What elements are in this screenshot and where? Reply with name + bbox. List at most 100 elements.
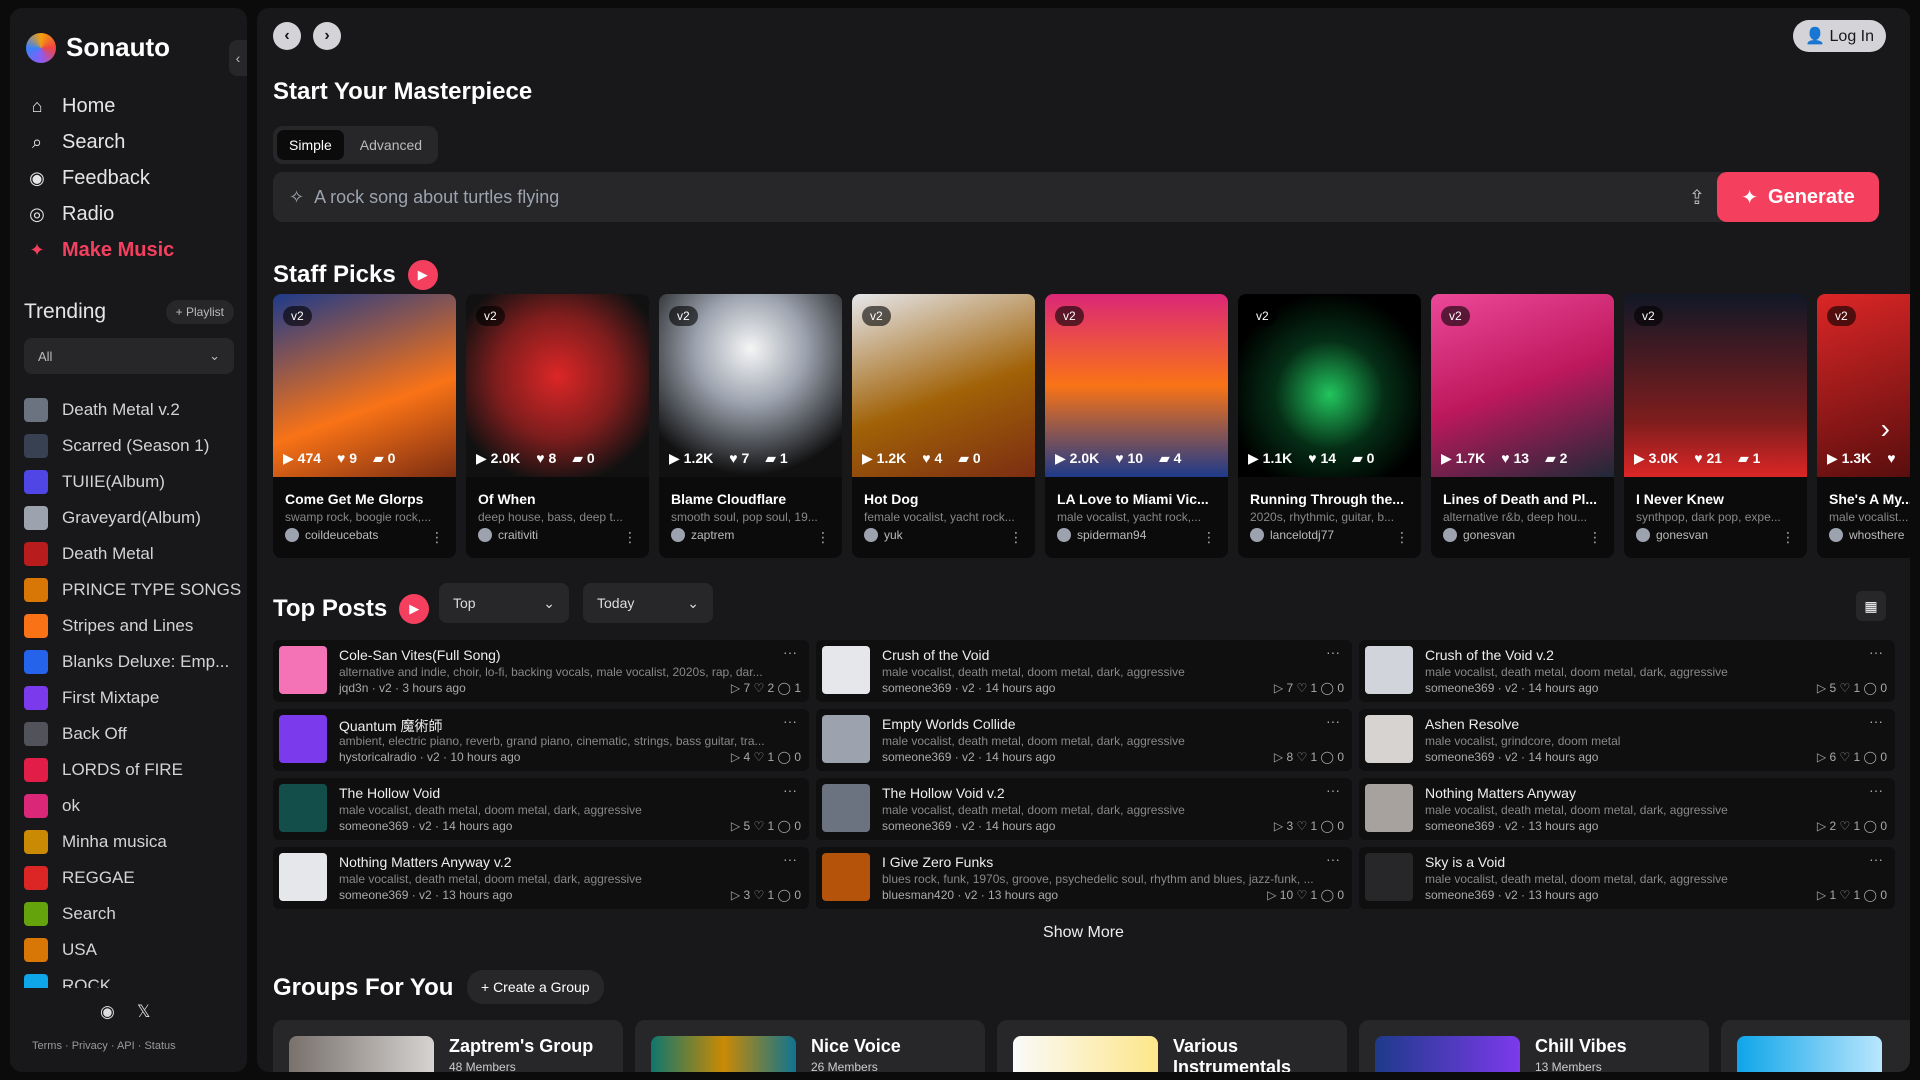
time-range-select[interactable]: Today ⌄ xyxy=(583,583,713,623)
group-card[interactable]: Zaptrem's Group 48 Members xyxy=(273,1020,623,1072)
playlist-item[interactable]: USA xyxy=(24,932,244,968)
staff-pick-card[interactable]: v2 ▶ 2.0K ♥ 8 ▰ 0 Of When deep house, bass, d… xyxy=(466,294,649,558)
more-options-icon[interactable]: ··· xyxy=(1869,644,1883,660)
tab-simple[interactable]: Simple xyxy=(277,130,344,160)
more-options-icon[interactable]: ⋮ xyxy=(1395,529,1409,546)
create-group-button[interactable]: + Create a Group xyxy=(467,970,604,1004)
post-title[interactable]: Quantum 魔術師 xyxy=(339,716,442,736)
nav-item-make-music[interactable]: ✦ Make Music xyxy=(24,232,234,268)
upload-icon[interactable]: ⇪ xyxy=(1677,185,1717,210)
more-options-icon[interactable]: ⋮ xyxy=(623,529,637,546)
play-top-posts-button[interactable]: ▶ xyxy=(399,594,430,624)
more-options-icon[interactable]: ⋮ xyxy=(1588,529,1602,546)
more-options-icon[interactable]: ··· xyxy=(1869,713,1883,729)
group-card[interactable]: Chill Vibes 13 Members xyxy=(1359,1020,1709,1072)
song-author[interactable]: zaptrem xyxy=(659,524,842,542)
logo[interactable]: Sonauto xyxy=(26,32,170,63)
post-row[interactable]: The Hollow Void male vocalist, death meta… xyxy=(273,778,809,840)
nav-item-radio[interactable]: ◎ Radio xyxy=(24,196,234,232)
playlist-item[interactable]: REGGAE xyxy=(24,860,244,896)
more-options-icon[interactable]: ··· xyxy=(783,782,797,798)
staff-pick-card[interactable]: v2 ▶ 1.1K ♥ 14 ▰ 0 Running Through the... 202… xyxy=(1238,294,1421,558)
forward-button[interactable]: › xyxy=(313,22,341,50)
staff-pick-card[interactable]: v2▶ 1.3K♥ ▰ She's A My...male vocalist..… xyxy=(1817,294,1910,558)
show-more-button[interactable]: Show More xyxy=(257,924,1910,942)
playlist-item[interactable]: PRINCE TYPE SONGS xyxy=(24,572,244,608)
carousel-next-icon[interactable]: › xyxy=(1881,413,1890,445)
playlist-item[interactable]: ok xyxy=(24,788,244,824)
post-title[interactable]: Crush of the Void xyxy=(882,647,989,663)
playlist-item[interactable]: ROCK xyxy=(24,968,244,988)
song-title[interactable]: Lines of Death and Pl... xyxy=(1431,477,1614,507)
post-title[interactable]: Sky is a Void xyxy=(1425,854,1505,870)
nav-item-home[interactable]: ⌂ Home xyxy=(24,88,234,124)
song-author[interactable]: whosthere xyxy=(1817,524,1910,542)
more-options-icon[interactable]: ⋮ xyxy=(1202,529,1216,546)
post-row[interactable]: Nothing Matters Anyway v.2 male vocalist,… xyxy=(273,847,809,909)
more-options-icon[interactable]: ⋮ xyxy=(1009,529,1023,546)
staff-pick-card[interactable]: v2 ▶ 1.2K ♥ 4 ▰ 0 Hot Dog female vocalist, ya… xyxy=(852,294,1035,558)
playlist-item[interactable]: Scarred (Season 1) xyxy=(24,428,244,464)
collapse-sidebar-button[interactable]: ‹ xyxy=(229,40,247,76)
staff-pick-card[interactable]: v2 ▶ 1.2K ♥ 7 ▰ 1 Blame Cloudflare smooth sou… xyxy=(659,294,842,558)
post-title[interactable]: Nothing Matters Anyway v.2 xyxy=(339,854,511,870)
more-options-icon[interactable]: ⋮ xyxy=(430,529,444,546)
more-options-icon[interactable]: ··· xyxy=(1326,851,1340,867)
song-title[interactable]: She's A My... xyxy=(1817,477,1910,507)
playlist-item[interactable]: Graveyard(Album) xyxy=(24,500,244,536)
song-title[interactable]: Blame Cloudflare xyxy=(659,477,842,507)
song-author[interactable]: gonesvan xyxy=(1624,524,1807,542)
playlist-item[interactable]: Back Off xyxy=(24,716,244,752)
nav-item-feedback[interactable]: ◉ Feedback xyxy=(24,160,234,196)
more-options-icon[interactable]: ··· xyxy=(1326,782,1340,798)
song-title[interactable]: Of When xyxy=(466,477,649,507)
more-options-icon[interactable]: ··· xyxy=(1869,782,1883,798)
generate-button[interactable]: ✦ Generate xyxy=(1717,172,1879,222)
prompt-input[interactable]: ✧ A rock song about turtles flying xyxy=(273,187,1677,208)
more-options-icon[interactable]: ⋮ xyxy=(1781,529,1795,546)
post-row[interactable]: Crush of the Void v.2 male vocalist, deat… xyxy=(1359,640,1895,702)
post-row[interactable]: Empty Worlds Collide male vocalist, death… xyxy=(816,709,1352,771)
post-title[interactable]: I Give Zero Funks xyxy=(882,854,993,870)
post-title[interactable]: Empty Worlds Collide xyxy=(882,716,1016,732)
playlist-item[interactable]: Death Metal xyxy=(24,536,244,572)
grid-view-icon[interactable]: ▦ xyxy=(1856,591,1886,621)
group-card[interactable] xyxy=(1721,1020,1910,1072)
back-button[interactable]: ‹ xyxy=(273,22,301,50)
x-icon[interactable]: 𝕏 xyxy=(137,1002,151,1022)
more-options-icon[interactable]: ··· xyxy=(1326,713,1340,729)
song-title[interactable]: Running Through the... xyxy=(1238,477,1421,507)
song-author[interactable]: craitiviti xyxy=(466,524,649,542)
post-title[interactable]: Cole-San Vites(Full Song) xyxy=(339,647,501,663)
post-title[interactable]: The Hollow Void v.2 xyxy=(882,785,1005,801)
staff-pick-card[interactable]: v2 ▶ 1.7K ♥ 13 ▰ 2 Lines of Death and Pl... a… xyxy=(1431,294,1614,558)
more-options-icon[interactable]: ··· xyxy=(783,644,797,660)
group-card[interactable]: Nice Voice 26 Members xyxy=(635,1020,985,1072)
playlist-item[interactable]: LORDS of FIRE xyxy=(24,752,244,788)
song-title[interactable]: I Never Knew xyxy=(1624,477,1807,507)
playlist-item[interactable]: Search xyxy=(24,896,244,932)
footer-links[interactable]: Terms · Privacy · API · Status xyxy=(32,1040,176,1052)
post-row[interactable]: Nothing Matters Anyway male vocalist, dea… xyxy=(1359,778,1895,840)
song-author[interactable]: coildeucebats xyxy=(273,524,456,542)
post-row[interactable]: Quantum 魔術師 ambient, electric piano, reve… xyxy=(273,709,809,771)
song-author[interactable]: lancelotdj77 xyxy=(1238,524,1421,542)
song-author[interactable]: yuk xyxy=(852,524,1035,542)
more-options-icon[interactable]: ··· xyxy=(783,851,797,867)
playlist-item[interactable]: Stripes and Lines xyxy=(24,608,244,644)
playlist-item[interactable]: Blanks Deluxe: Emp... xyxy=(24,644,244,680)
sort-select[interactable]: Top ⌄ xyxy=(439,583,569,623)
post-row[interactable]: Sky is a Void male vocalist, death metal,… xyxy=(1359,847,1895,909)
playlist-item[interactable]: Minha musica xyxy=(24,824,244,860)
staff-pick-card[interactable]: v2 ▶ 3.0K ♥ 21 ▰ 1 I Never Knew synthpop, dar… xyxy=(1624,294,1807,558)
playlist-item[interactable]: Death Metal v.2 xyxy=(24,392,244,428)
group-card[interactable]: Various Instrumentals xyxy=(997,1020,1347,1072)
add-playlist-button[interactable]: + Playlist xyxy=(165,300,234,324)
post-row[interactable]: The Hollow Void v.2 male vocalist, death … xyxy=(816,778,1352,840)
post-title[interactable]: Nothing Matters Anyway xyxy=(1425,785,1576,801)
post-row[interactable]: Cole-San Vites(Full Song) alternative and… xyxy=(273,640,809,702)
post-title[interactable]: Crush of the Void v.2 xyxy=(1425,647,1554,663)
more-options-icon[interactable]: ··· xyxy=(1869,851,1883,867)
song-author[interactable]: spiderman94 xyxy=(1045,524,1228,542)
more-options-icon[interactable]: ··· xyxy=(783,713,797,729)
